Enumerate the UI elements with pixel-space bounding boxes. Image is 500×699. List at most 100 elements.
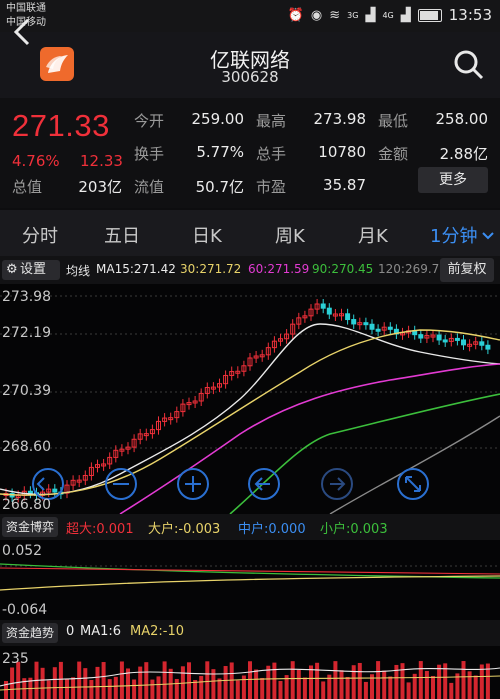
- trend-bar: [162, 661, 167, 699]
- y-tick-2: 272.19: [2, 325, 51, 341]
- candle-body: [363, 322, 369, 326]
- trend-bar: [431, 675, 435, 699]
- trend-bar: [187, 662, 191, 699]
- stock-code: 300628: [221, 68, 279, 86]
- adjust-button[interactable]: 前复权: [440, 258, 494, 282]
- trend-bar: [345, 676, 350, 699]
- trend-bar: [302, 677, 307, 699]
- trend-bar: [83, 668, 88, 699]
- ma90-value: 90:270.45: [312, 262, 374, 276]
- tab-monthly-k[interactable]: 月K: [358, 222, 388, 248]
- trend-bar: [437, 664, 442, 699]
- fund-game-y-top: 0.052: [2, 543, 43, 559]
- trend-bar: [223, 666, 228, 699]
- y-tick-4: 268.60: [2, 439, 51, 455]
- candle-body: [479, 341, 485, 346]
- wifi-icon: ≋: [329, 7, 341, 23]
- candle-body: [454, 337, 460, 341]
- fund-trend-button[interactable]: 资金趋势: [2, 623, 58, 643]
- candle-body: [387, 326, 393, 330]
- trend-bar: [333, 661, 338, 699]
- trend-bar: [467, 671, 472, 699]
- trend-bar: [315, 662, 320, 699]
- trend-bar: [266, 665, 271, 699]
- trend-bar: [40, 667, 45, 699]
- high-value: 273.98: [313, 110, 367, 128]
- low-label: 最低: [378, 112, 409, 130]
- trend-bar: [351, 665, 356, 699]
- fund-game-chart: [0, 540, 500, 620]
- trend-bar: [144, 662, 149, 699]
- search-icon: [454, 50, 484, 80]
- fund-game-y-bottom: -0.064: [2, 602, 48, 618]
- float-value-label: 流值: [134, 178, 165, 196]
- candle-body: [436, 334, 442, 341]
- trend-bar: [254, 669, 259, 699]
- trend-bar: [235, 680, 240, 699]
- tab-intraday[interactable]: 分时: [22, 222, 58, 248]
- trend-bar: [199, 675, 204, 699]
- fund-trend-y-top: 235: [2, 651, 29, 667]
- candle-body: [52, 488, 58, 493]
- float-value: 50.7亿: [195, 178, 244, 196]
- candle-body: [351, 319, 357, 325]
- clock: 13:53: [448, 6, 492, 24]
- trend-bar: [473, 675, 478, 699]
- status-bar: 中国联通 中国移动 ⏰ ◉ ≋ 3G ▟ 4G ▟ 13:53: [0, 0, 500, 32]
- more-button[interactable]: 更多: [418, 167, 488, 193]
- low-value: 258.00: [435, 110, 489, 128]
- open-label: 今开: [134, 112, 165, 130]
- trend-bar: [150, 679, 155, 699]
- ma30-value: 30:271.72: [180, 262, 242, 276]
- trend-bar: [95, 666, 100, 699]
- period-tabs: [0, 210, 500, 256]
- settings-label: 设置: [20, 262, 47, 277]
- ma15-value: MA15:271.42: [96, 262, 176, 276]
- candle-body: [461, 339, 466, 346]
- trend-bar: [71, 677, 76, 699]
- chevron-down-icon[interactable]: [482, 232, 494, 240]
- fund-trend-value: 0: [66, 624, 75, 639]
- trend-bar: [156, 676, 161, 699]
- amount-value: 2.88亿: [439, 145, 488, 163]
- tab-weekly-k[interactable]: 周K: [275, 222, 305, 248]
- trend-bar: [16, 661, 21, 699]
- high-label: 最高: [256, 112, 287, 130]
- candle-body: [345, 313, 351, 321]
- fund-game-button[interactable]: 资金博弈: [2, 517, 58, 537]
- trend-bar: [406, 682, 411, 699]
- trend-bar: [321, 681, 326, 699]
- gear-icon: ⚙: [6, 262, 18, 277]
- trend-bar: [424, 670, 429, 699]
- amount-label: 金额: [378, 145, 409, 163]
- pe-label: 市盈: [256, 178, 287, 196]
- signal-icon: ▟: [365, 7, 376, 23]
- trend-bar: [296, 669, 301, 699]
- trend-bar: [241, 675, 246, 699]
- candle-body: [442, 339, 448, 343]
- candlestick-chart[interactable]: [0, 284, 500, 514]
- alarm-icon: ⏰: [287, 7, 304, 23]
- fund-trend-ma2: MA2:-10: [130, 624, 184, 639]
- super-large-value: 超大:0.001: [66, 522, 134, 537]
- medium-value: 中户:0.000: [238, 522, 306, 537]
- search-button[interactable]: [452, 48, 486, 82]
- change-amount: 12.33: [80, 152, 123, 170]
- signal-icon-2: ▟: [400, 7, 411, 23]
- change-percent: 4.76%: [12, 152, 60, 170]
- trend-bar: [65, 678, 69, 699]
- pe-value: 35.87: [323, 176, 366, 194]
- tab-one-minute[interactable]: 1分钟: [430, 222, 477, 248]
- tab-daily-k[interactable]: 日K: [192, 222, 222, 248]
- network-2: 4G: [382, 10, 394, 20]
- settings-button[interactable]: ⚙ 设置: [2, 260, 60, 280]
- trend-bar: [119, 661, 124, 699]
- y-tick-5: 266.80: [2, 497, 51, 513]
- total-value: 203亿: [78, 178, 122, 196]
- candle-body: [485, 344, 491, 350]
- trend-bar: [113, 676, 118, 699]
- open-value: 259.00: [191, 110, 245, 128]
- tab-five-day[interactable]: 五日: [104, 222, 140, 248]
- large-value: 大户:-0.003: [148, 522, 221, 537]
- candle-body: [369, 323, 375, 330]
